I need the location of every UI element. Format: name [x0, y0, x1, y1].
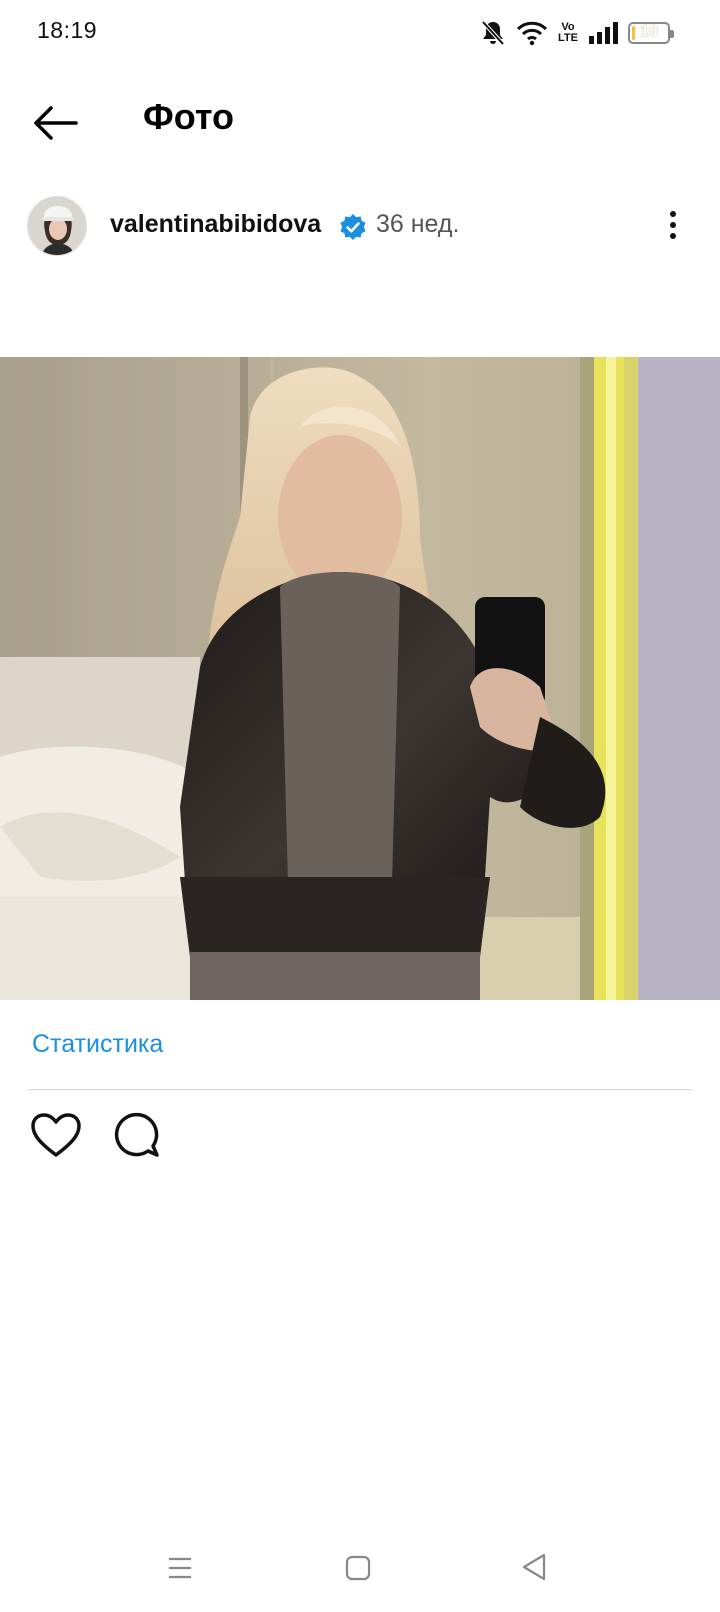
battery-icon: 10	[628, 22, 674, 44]
battery-level: 10	[640, 23, 658, 40]
page-title: Фото	[143, 96, 234, 137]
back-button[interactable]	[28, 96, 82, 150]
username[interactable]: valentinabibidova	[110, 210, 321, 239]
divider	[27, 1089, 693, 1090]
more-vertical-icon-dot	[670, 211, 676, 217]
heart-icon	[31, 1113, 81, 1157]
status-icons: Vo LTE 10	[480, 16, 674, 50]
statistics-link[interactable]: Статистика	[32, 1030, 163, 1059]
like-button[interactable]	[30, 1112, 82, 1160]
home-square-icon[interactable]	[344, 1554, 372, 1582]
comment-icon	[114, 1112, 159, 1157]
signal-icon	[589, 22, 618, 44]
wifi-icon	[516, 21, 548, 46]
more-vertical-icon-dot	[670, 233, 676, 239]
post-age: 36 нед.	[376, 210, 460, 238]
avatar[interactable]	[27, 196, 87, 256]
back-triangle-icon[interactable]	[520, 1552, 548, 1582]
comment-button[interactable]	[112, 1112, 164, 1160]
volte-icon: Vo LTE	[558, 22, 578, 44]
volte-bottom: LTE	[558, 32, 578, 44]
menu-icon[interactable]	[166, 1554, 194, 1582]
arrow-left-icon	[34, 106, 78, 140]
more-options-button[interactable]	[658, 205, 688, 245]
battery-cap	[670, 30, 674, 38]
post-photo[interactable]	[0, 357, 720, 1000]
verified-badge-icon	[340, 214, 366, 240]
status-time: 18:19	[37, 17, 98, 43]
more-vertical-icon-dot	[670, 222, 676, 228]
bell-muted-icon	[481, 20, 505, 46]
